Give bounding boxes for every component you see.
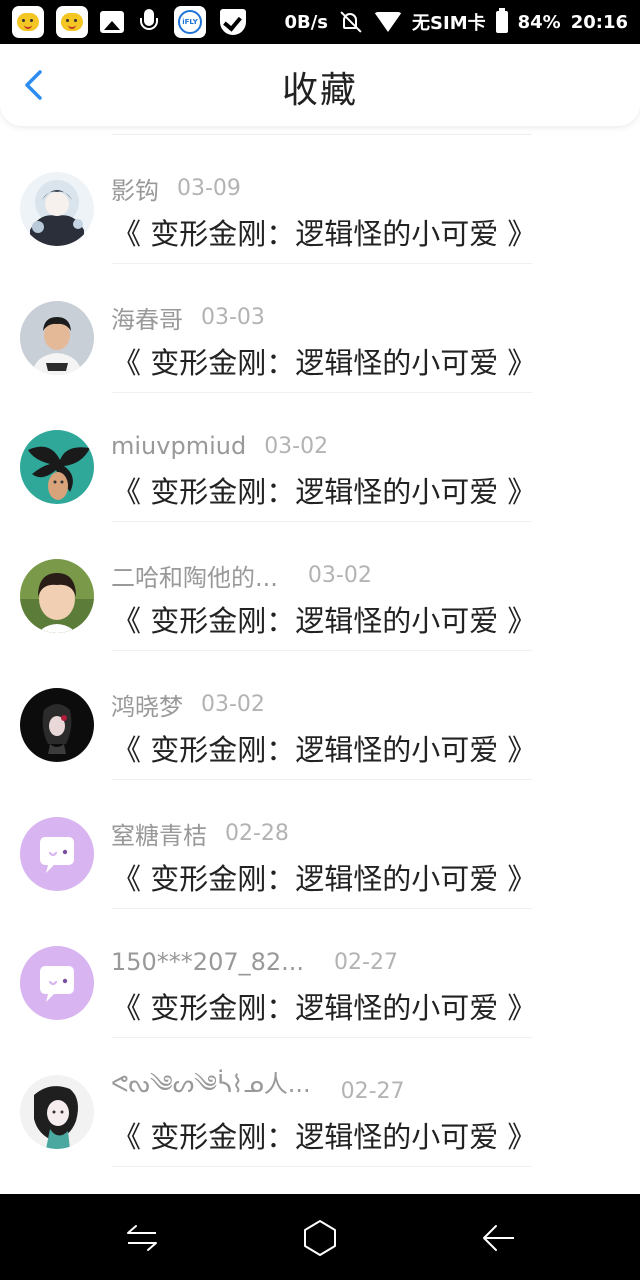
default-avatar-icon xyxy=(20,946,94,1020)
item-meta: 窒糖青桔 02-28 xyxy=(111,816,289,850)
wifi-icon xyxy=(374,12,403,32)
clock: 20:16 xyxy=(570,11,628,33)
default-avatar-icon xyxy=(20,817,94,891)
switch-app-icon xyxy=(127,1225,157,1251)
username: 影钩 xyxy=(111,176,159,205)
list-item[interactable]: 二哈和陶他的... 03-02 《 变形金刚：逻辑怪的小可爱 》 xyxy=(0,522,640,651)
page-title: 收藏 xyxy=(281,70,358,111)
date: 03-02 xyxy=(264,433,329,459)
back-icon xyxy=(483,1225,514,1251)
battery-icon xyxy=(495,8,508,33)
date: 02-27 xyxy=(340,1078,405,1104)
avatar[interactable] xyxy=(20,817,94,891)
list-item[interactable]: ᕙᔓ༄ᔕ༄ᓵ⌇ᓄ人... 02-27 《 变形金刚：逻辑怪的小可爱 》 xyxy=(0,1038,640,1167)
favorites-list: 影钩 03-09 《 变形金刚：逻辑怪的小可爱 》 海春哥 03-03 《 变形… xyxy=(0,126,640,1194)
favorite-title[interactable]: 《 变形金刚：逻辑怪的小可爱 》 xyxy=(112,598,536,640)
ifly-icon: iFLY xyxy=(174,6,206,38)
favorite-title[interactable]: 《 变形金刚：逻辑怪的小可爱 》 xyxy=(112,1114,536,1156)
list-item[interactable]: miuvpmiud 03-02 《 变形金刚：逻辑怪的小可爱 》 xyxy=(0,393,640,522)
date: 02-28 xyxy=(225,820,289,846)
favorite-title[interactable]: 《 变形金刚：逻辑怪的小可爱 》 xyxy=(112,211,536,253)
date: 03-09 xyxy=(177,175,241,201)
app-icon xyxy=(12,6,44,38)
avatar[interactable] xyxy=(20,688,94,762)
date: 03-03 xyxy=(201,304,265,330)
item-meta: 鸿晓梦 03-02 xyxy=(111,687,265,721)
avatar[interactable] xyxy=(20,430,94,504)
avatar[interactable] xyxy=(20,301,94,375)
date: 02-27 xyxy=(334,949,398,975)
mute-icon xyxy=(338,9,364,35)
item-meta: 二哈和陶他的... 03-02 xyxy=(111,558,372,592)
shield-icon xyxy=(218,6,248,38)
date: 03-02 xyxy=(307,562,372,588)
username: 窒糖青桔 xyxy=(111,821,207,850)
switch-app-button[interactable] xyxy=(122,1218,162,1258)
sim-status: 无SIM卡 xyxy=(412,13,486,34)
net-speed: 0B/s xyxy=(284,11,329,33)
list-item[interactable]: 150***207_82... 02-27 《 变形金刚：逻辑怪的小可爱 》 xyxy=(0,909,640,1038)
divider xyxy=(112,1166,532,1167)
status-bar: iFLY 0B/s 无SIM卡 84% 20:16 xyxy=(0,0,640,44)
favorite-title[interactable]: 《 变形金刚：逻辑怪的小可爱 》 xyxy=(112,727,536,769)
list-item[interactable]: 影钩 03-09 《 变形金刚：逻辑怪的小可爱 》 xyxy=(0,135,640,264)
avatar[interactable] xyxy=(20,946,94,1020)
username: 鸿晓梦 xyxy=(111,692,183,721)
username: miuvpmiud xyxy=(111,432,247,460)
battery-level: 84% xyxy=(517,11,561,33)
favorite-title[interactable]: 《 变形金刚：逻辑怪的小可爱 》 xyxy=(112,340,536,382)
item-meta: 海春哥 03-03 xyxy=(111,300,265,334)
item-meta: miuvpmiud 03-02 xyxy=(111,429,328,463)
system-nav-bar xyxy=(0,1194,640,1280)
list-item[interactable]: 窒糖青桔 02-28 《 变形金刚：逻辑怪的小可爱 》 xyxy=(0,780,640,909)
item-meta: 影钩 03-09 xyxy=(111,171,241,205)
mic-icon xyxy=(136,6,162,38)
home-icon xyxy=(304,1220,336,1256)
gallery-icon xyxy=(100,11,124,33)
avatar[interactable] xyxy=(20,172,94,246)
favorite-title[interactable]: 《 变形金刚：逻辑怪的小可爱 》 xyxy=(112,469,536,511)
avatar[interactable] xyxy=(20,1075,94,1149)
list-item[interactable]: 海春哥 03-03 《 变形金刚：逻辑怪的小可爱 》 xyxy=(0,264,640,393)
list-item[interactable]: 鸿晓梦 03-02 《 变形金刚：逻辑怪的小可爱 》 xyxy=(0,651,640,780)
username: 150***207_82... xyxy=(111,948,305,976)
back-nav-button[interactable] xyxy=(478,1218,518,1258)
avatar[interactable] xyxy=(20,559,94,633)
header: 收藏 xyxy=(0,44,640,126)
favorite-title[interactable]: 《 变形金刚：逻辑怪的小可爱 》 xyxy=(112,856,536,898)
username: 二哈和陶他的... xyxy=(111,563,278,592)
status-icons-right: 0B/s 无SIM卡 84% 20:16 xyxy=(284,0,628,44)
home-button[interactable] xyxy=(300,1218,340,1258)
item-meta: ᕙᔓ༄ᔕ༄ᓵ⌇ᓄ人... 02-27 xyxy=(111,1070,405,1108)
status-icons-left: iFLY xyxy=(12,6,248,38)
favorite-title[interactable]: 《 变形金刚：逻辑怪的小可爱 》 xyxy=(112,985,536,1027)
app-icon xyxy=(56,6,88,38)
date: 03-02 xyxy=(201,691,265,717)
item-meta: 150***207_82... 02-27 xyxy=(111,945,398,979)
username: 海春哥 xyxy=(111,305,183,334)
